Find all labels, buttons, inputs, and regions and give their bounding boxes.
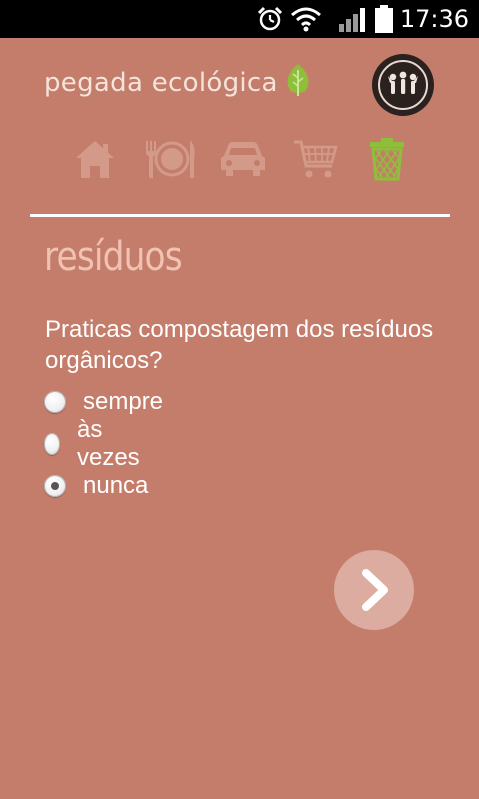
- chevron-right-icon: [362, 569, 388, 611]
- header-divider: [30, 214, 450, 217]
- option-label: nunca: [83, 472, 149, 499]
- app-name: pegada ecológica: [44, 67, 278, 98]
- clock: 17:36: [399, 5, 469, 33]
- app-logo: pegada ecológica: [44, 62, 312, 103]
- category-tab-compras[interactable]: [290, 136, 340, 182]
- house-icon: [76, 141, 114, 178]
- leaf-icon: [284, 62, 312, 103]
- category-tab-alimentacao[interactable]: [142, 136, 198, 182]
- section-title: resíduos: [44, 234, 183, 280]
- wifi-icon: [290, 0, 322, 38]
- option-label: sempre: [83, 388, 164, 415]
- car-icon: [221, 142, 265, 176]
- trash-bin-icon: [370, 138, 404, 181]
- option-nunca[interactable]: nunca: [44, 470, 148, 502]
- plate-cutlery-icon: [146, 141, 195, 178]
- radio-button-selected[interactable]: [44, 475, 66, 497]
- radio-button[interactable]: [44, 433, 60, 455]
- category-tab-casa[interactable]: [70, 136, 120, 182]
- app-screen: pegada ecológica resíduos Praticas compo…: [0, 38, 479, 799]
- next-button[interactable]: [334, 550, 414, 630]
- option-as-vezes[interactable]: às vezes: [44, 416, 146, 471]
- status-bar: 17:36: [0, 0, 479, 38]
- profile-avatar-button[interactable]: [372, 54, 434, 116]
- question-text: Praticas compostagem dos resíduos orgâni…: [45, 316, 434, 374]
- option-label: às vezes: [76, 416, 140, 471]
- alarm-icon: [256, 0, 284, 38]
- cart-icon: [294, 140, 338, 178]
- category-tab-residuos[interactable]: [362, 136, 412, 182]
- battery-icon: [374, 0, 394, 38]
- radio-button[interactable]: [44, 391, 66, 413]
- category-nav: [70, 136, 410, 182]
- signal-icon: [338, 0, 370, 38]
- people-group-icon: [378, 60, 428, 110]
- option-sempre[interactable]: sempre: [44, 386, 163, 418]
- category-tab-transportes[interactable]: [218, 136, 268, 182]
